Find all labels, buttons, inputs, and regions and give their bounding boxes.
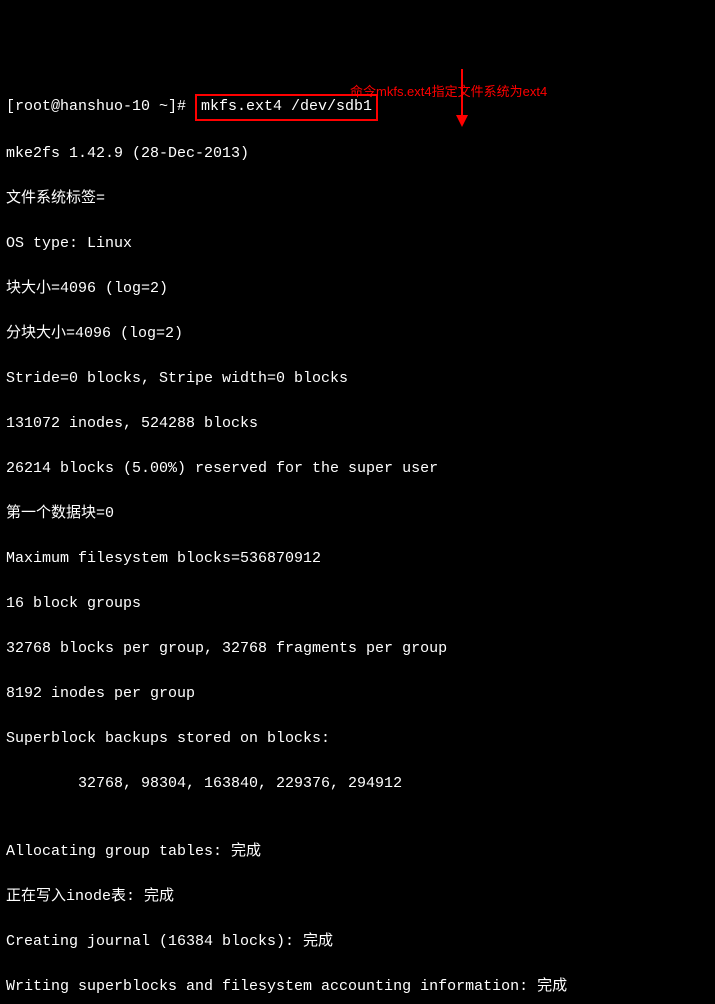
output-line: 26214 blocks (5.00%) reserved for the su… <box>6 458 709 481</box>
output-line: 16 block groups <box>6 593 709 616</box>
output-line: 131072 inodes, 524288 blocks <box>6 413 709 436</box>
output-line: Superblock backups stored on blocks: <box>6 728 709 751</box>
output-line: Creating journal (16384 blocks): 完成 <box>6 931 709 954</box>
output-line: 第一个数据块=0 <box>6 503 709 526</box>
output-line: 块大小=4096 (log=2) <box>6 278 709 301</box>
output-line: Stride=0 blocks, Stripe width=0 blocks <box>6 368 709 391</box>
output-line: mke2fs 1.42.9 (28-Dec-2013) <box>6 143 709 166</box>
shell-prompt: [root@hanshuo-10 ~]# <box>6 98 195 115</box>
annotation-text: 命令mkfs.ext4指定文件系统为ext4 <box>350 82 547 102</box>
output-line: OS type: Linux <box>6 233 709 256</box>
output-line: 32768, 98304, 163840, 229376, 294912 <box>6 773 709 796</box>
output-line: 文件系统标签= <box>6 188 709 211</box>
output-line: 正在写入inode表: 完成 <box>6 886 709 909</box>
output-line: 8192 inodes per group <box>6 683 709 706</box>
output-line: Writing superblocks and filesystem accou… <box>6 976 709 999</box>
output-line: 分块大小=4096 (log=2) <box>6 323 709 346</box>
output-line: 32768 blocks per group, 32768 fragments … <box>6 638 709 661</box>
command-text: mkfs.ext4 /dev/sdb1 <box>201 98 372 115</box>
output-line: Maximum filesystem blocks=536870912 <box>6 548 709 571</box>
output-line: Allocating group tables: 完成 <box>6 841 709 864</box>
